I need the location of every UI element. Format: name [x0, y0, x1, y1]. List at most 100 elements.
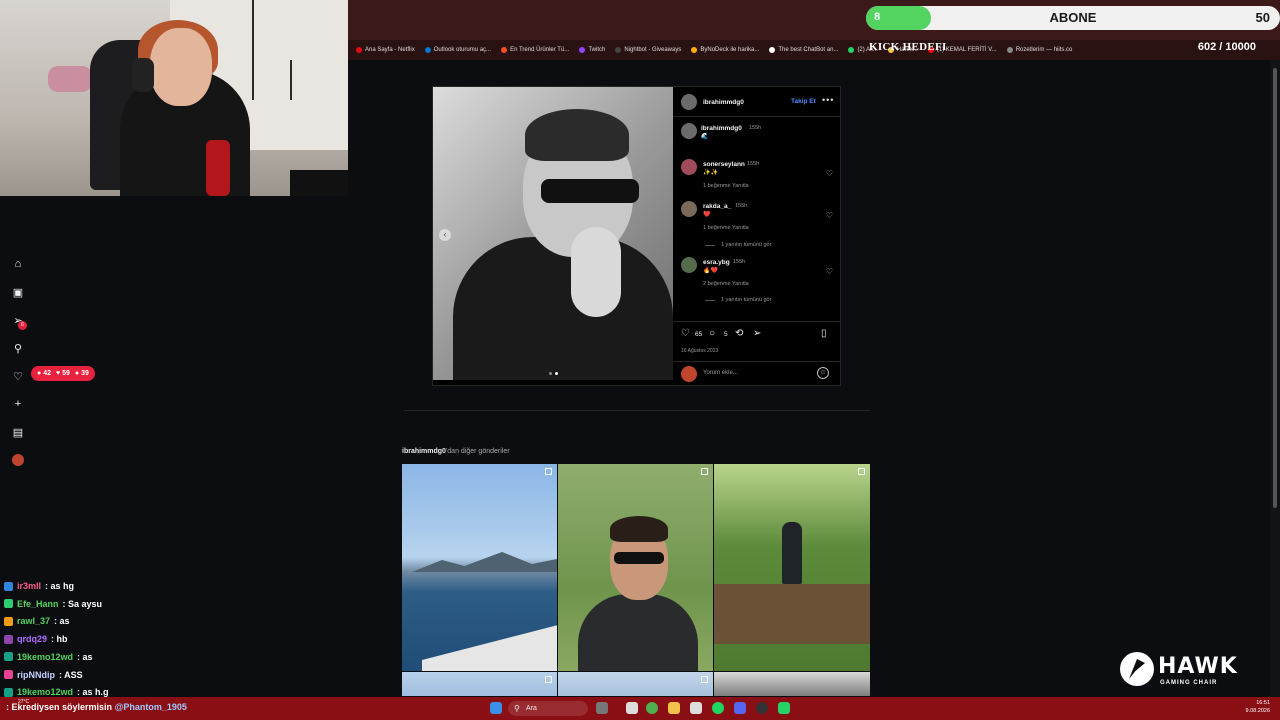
prev-arrow-icon[interactable]: ‹ — [439, 229, 451, 241]
grid-post[interactable] — [558, 672, 713, 696]
subscriber-goal-label: ABONE — [1049, 10, 1097, 25]
obs-icon[interactable] — [756, 702, 768, 714]
comment-meta[interactable]: 2 beğenme Yanıtla — [703, 281, 749, 287]
bookmark-favicon-icon — [356, 47, 362, 53]
comment-username[interactable]: sonerseylann — [703, 161, 745, 168]
bookmark-icon[interactable]: ▯ — [821, 328, 827, 339]
clock[interactable]: 16:51 9.08.2026 — [1246, 699, 1270, 715]
comment-count-badge: ● 42 — [37, 370, 51, 377]
chat-message: 19kemo12wd: as — [4, 649, 93, 665]
comment-avatar[interactable] — [681, 159, 697, 175]
comment-like-icon[interactable]: ♡ — [826, 169, 833, 178]
grid-post[interactable] — [558, 464, 713, 671]
comment-icon[interactable]: ○ — [709, 328, 715, 339]
search-icon[interactable]: ⚲ — [10, 340, 26, 356]
subscriber-goal-widget: 8 ABONE 50 — [866, 6, 1280, 30]
chat-username[interactable]: 19kemo12wd — [17, 687, 73, 697]
bookmark-label: Nightbot - Giveaways — [624, 47, 682, 53]
bookmark-label: The best ChatBot an... — [778, 47, 839, 53]
chat-message: ir3mll : as hg — [4, 578, 74, 594]
reels-icon[interactable]: ▣ — [10, 284, 26, 300]
comment-like-icon[interactable]: ♡ — [826, 267, 833, 276]
chrome-icon[interactable] — [646, 702, 658, 714]
sponsor-logo: HAWK GAMING CHAIR — [1120, 652, 1260, 692]
my-avatar — [681, 366, 697, 382]
caption-time: 155h — [749, 125, 762, 131]
task-view-icon[interactable] — [626, 702, 638, 714]
grid-post[interactable] — [402, 464, 557, 671]
chat-message: rawl_37: as — [4, 613, 70, 629]
widgets-icon[interactable] — [596, 702, 608, 714]
comment-like-icon[interactable]: ♡ — [826, 211, 833, 220]
explorer-icon[interactable] — [668, 702, 680, 714]
notifications-icon[interactable]: ♡ — [10, 368, 26, 384]
comment-username[interactable]: esra.ybg — [703, 259, 730, 266]
bookmark-favicon-icon — [579, 47, 586, 53]
comment-time: 155h — [747, 161, 760, 167]
bookmark-item[interactable]: Ana Sayfa - Netflix — [356, 47, 415, 53]
bookmark-favicon-icon — [1006, 47, 1013, 53]
comment-avatar[interactable] — [681, 257, 697, 273]
caption-avatar[interactable] — [681, 123, 697, 139]
post-actions: ♡ 65 ○ 5 ⟲ ➢ ▯ 16 Ağustos 2023 — [673, 321, 841, 361]
grid-post[interactable] — [714, 672, 870, 696]
comment-avatar[interactable] — [681, 201, 697, 217]
post-photo[interactable]: ‹ — [433, 87, 673, 380]
chat-badge-icon — [4, 634, 13, 644]
chat-username[interactable]: 19kemo12wd — [17, 652, 73, 662]
more-posts-user[interactable]: ibrahimmdg0 — [402, 448, 446, 455]
discord-icon[interactable] — [734, 702, 746, 714]
post-sidebar: ibrahimmdg0 Takip Et ••• ibrahimmdg0 155… — [673, 87, 841, 385]
create-icon[interactable]: + — [10, 396, 26, 412]
bookmark-item[interactable]: ByNoDeck ile harika... — [691, 47, 759, 53]
profile-avatar[interactable] — [12, 454, 24, 466]
page-scrollbar[interactable] — [1270, 60, 1280, 700]
start-icon[interactable] — [490, 702, 502, 714]
dashboard-icon[interactable]: ▤ — [10, 424, 26, 440]
store-icon[interactable] — [690, 702, 702, 714]
share-icon[interactable]: ➢ — [753, 328, 761, 339]
comment-meta[interactable]: 1 beğenme Yanıtla — [703, 225, 749, 231]
chat-username[interactable]: ir3mll — [17, 581, 41, 591]
chat-username[interactable]: qrdq29 — [17, 634, 47, 644]
webcam-overlay — [0, 0, 348, 196]
follow-button[interactable]: Takip Et — [791, 98, 816, 105]
chat-username[interactable]: ripNNdip — [17, 670, 55, 680]
like-count: 65 — [695, 331, 703, 338]
stream-screen: — ☐ ✕ Ana Sayfa - NetflixOutlook oturumu… — [0, 0, 1280, 720]
spotify-icon[interactable] — [712, 702, 724, 714]
view-replies-link[interactable]: 1 yanıtın tümünü gör — [721, 242, 771, 248]
like-count-badge: ♥ 59 — [55, 370, 70, 377]
author-avatar[interactable] — [681, 94, 697, 110]
bookmarks-bar: Ana Sayfa - Netflix Outlook oturumu aç...… — [348, 40, 1280, 60]
bookmark-item[interactable]: Nightbot - Giveaways — [615, 47, 681, 53]
multi-photo-icon — [858, 468, 865, 475]
repost-icon[interactable]: ⟲ — [735, 328, 743, 339]
comment-meta[interactable]: 1 beğenme Yanıtla — [703, 183, 749, 189]
chat-username[interactable]: Efe_Hann — [17, 599, 59, 609]
home-icon[interactable]: ⌂ — [10, 256, 26, 272]
author-username[interactable]: ibrahimmdg0 — [703, 99, 744, 106]
grid-post[interactable] — [714, 464, 870, 671]
like-icon[interactable]: ♡ — [681, 328, 690, 339]
caption-username[interactable]: ibrahimmdg0 — [701, 125, 742, 132]
comment-username[interactable]: rakda_a_ — [703, 203, 731, 210]
bookmark-item[interactable]: Twitch — [579, 47, 605, 53]
more-options-icon[interactable]: ••• — [822, 95, 834, 105]
bookmark-item[interactable]: En Trend Ürünler Tü... — [501, 47, 569, 53]
whatsapp-icon[interactable] — [778, 702, 790, 714]
chat-username[interactable]: rawl_37 — [17, 616, 50, 626]
emoji-icon[interactable]: ☺ — [817, 367, 829, 379]
view-replies-link[interactable]: 1 yanıtın tümünü gör — [721, 297, 771, 303]
comment-input-row: Yorum ekle... ☺ — [673, 361, 841, 385]
comment-input[interactable]: Yorum ekle... — [703, 370, 738, 376]
bookmark-item[interactable]: The best ChatBot an... — [769, 47, 838, 53]
notification-summary-badge[interactable]: ● 42 ♥ 59 ● 39 — [31, 366, 95, 381]
taskbar-search[interactable]: Ara — [508, 701, 588, 716]
bookmark-item[interactable]: Outlook oturumu aç... — [424, 47, 491, 53]
chat-text: : as hg — [45, 581, 75, 591]
bookmark-favicon-icon — [769, 47, 776, 53]
bookmark-item[interactable]: Rozetlerim — hiits.co — [1006, 47, 1072, 53]
chat-badge-icon — [4, 616, 13, 626]
grid-post[interactable] — [402, 672, 557, 696]
